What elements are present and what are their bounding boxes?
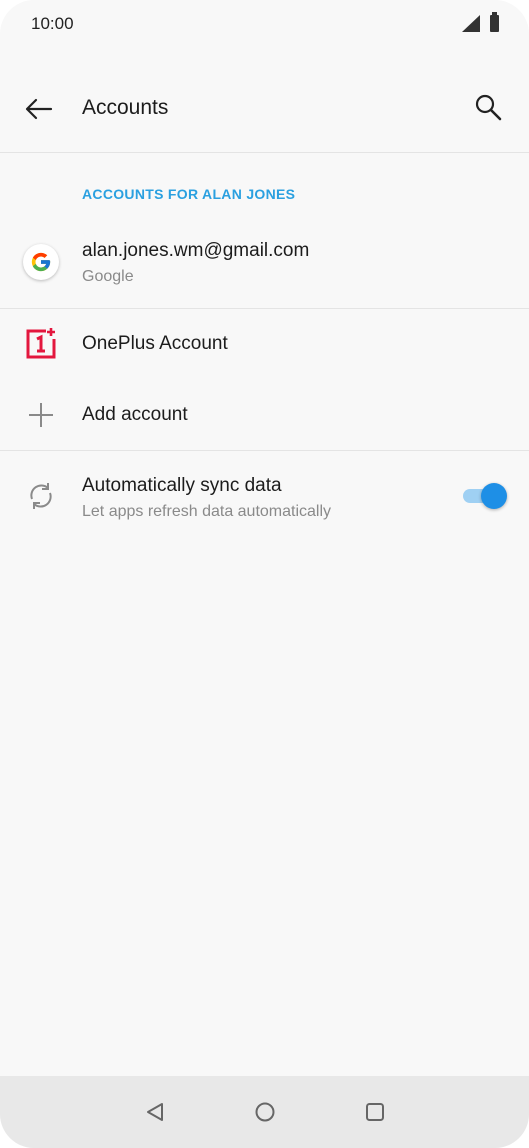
recents-nav-icon [365,1103,384,1121]
plus-icon [29,403,53,427]
add-account-label: Add account [82,404,188,425]
sync-row[interactable]: Automatically sync data Let apps refresh… [0,451,529,541]
sync-description: Let apps refresh data automatically [82,503,332,520]
search-button[interactable] [469,88,509,128]
status-time: 10:00 [31,14,74,33]
account-name: OnePlus Account [82,333,228,354]
back-nav-icon [146,1103,163,1121]
account-row-google[interactable]: alan.jones.wm@gmail.com Google [0,222,529,308]
phone-screen: 10:00 Accounts ACCOUNTS FOR ALAN JONES a… [0,0,529,1148]
back-arrow-icon [25,98,53,120]
status-bar: 10:00 [0,0,529,48]
sync-toggle[interactable] [463,483,507,509]
add-account-row[interactable]: Add account [0,380,529,450]
page-title: Accounts [82,96,169,119]
google-badge [22,243,60,281]
battery-icon [490,12,499,32]
status-icons [462,12,499,32]
account-email: alan.jones.wm@gmail.com [82,240,310,261]
search-icon [475,94,502,121]
nav-recents-button[interactable] [358,1095,392,1129]
section-header: ACCOUNTS FOR ALAN JONES [82,186,296,202]
account-row-oneplus[interactable]: OnePlus Account [0,309,529,380]
home-nav-icon [255,1102,274,1122]
app-bar: Accounts [0,72,529,146]
sync-label: Automatically sync data [82,475,282,496]
divider [0,152,529,153]
account-type: Google [82,268,134,285]
back-button[interactable] [20,90,58,128]
toggle-thumb [481,483,507,509]
sync-icon [30,483,52,509]
nav-home-button[interactable] [248,1095,282,1129]
signal-icon [462,15,480,32]
nav-back-button[interactable] [138,1095,172,1129]
oneplus-icon [26,328,56,359]
google-icon [31,252,51,272]
navigation-bar [0,1076,529,1148]
